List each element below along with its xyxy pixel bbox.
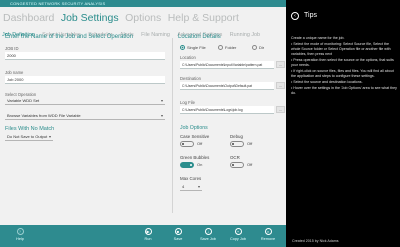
chevron-down-icon: ▾	[160, 113, 163, 118]
save-button[interactable]: ■ Save	[164, 226, 192, 246]
tip-line: Create a unique name for the job.	[291, 36, 345, 40]
case-sensitive-toggle[interactable]	[180, 141, 194, 147]
destination-label: Destination	[180, 76, 201, 81]
radio-folder-label: Folder	[225, 45, 237, 50]
help-icon: ?	[16, 228, 24, 235]
tip-line: • Press operation then select the source…	[291, 58, 394, 67]
window-title: CONGESTED NETWORK SECURITY ANALYSIS	[10, 1, 106, 6]
radio-selected-icon	[180, 45, 185, 50]
close-icon: ×	[264, 228, 272, 235]
debug-toggle[interactable]	[230, 141, 244, 147]
sub-navigation: Job Definition Select Variables Schedule…	[2, 23, 263, 38]
operation-dropdown[interactable]: Variable WDD Set ▾	[5, 97, 165, 105]
job-id-input[interactable]: 2000	[5, 52, 165, 60]
panel-divider	[172, 38, 173, 213]
copy-job-button[interactable]: + Copy Job	[224, 226, 252, 246]
debug-label: Debug	[230, 134, 243, 139]
radio-single-label: Single File	[187, 45, 206, 50]
operation-value: Variable WDD Set	[7, 98, 40, 103]
radio-dir-label: Dir	[259, 45, 265, 50]
tips-footer: Created 2015 by Nick Adams	[292, 239, 339, 243]
radio-folder[interactable]: Folder	[218, 45, 236, 50]
location-panel: Location Details Single File Folder Dir …	[178, 34, 286, 214]
debug-state: Off	[247, 141, 253, 146]
tips-title: Tips	[304, 12, 317, 19]
variable-source-dropdown[interactable]: Browse Variables from WDD File Variable …	[5, 112, 165, 120]
radio-empty-icon	[252, 45, 257, 50]
save-job-button[interactable]: ↓ Save Job	[194, 226, 222, 246]
job-definition-panel: Enter the Name of the Job and Select Ope…	[5, 34, 167, 204]
run-button[interactable]: ▶ Run	[134, 226, 162, 246]
tips-body: Create a unique name for the job. • Sele…	[291, 36, 397, 97]
main-window: CONGESTED NETWORK SECURITY ANALYSIS Dash…	[0, 0, 286, 247]
remove-button[interactable]: × Remove	[254, 226, 282, 246]
ocr-toggle[interactable]	[230, 162, 244, 168]
tip-line: • Select the mode of monitoring: Select …	[291, 42, 391, 56]
green-bubbles-state: On	[197, 162, 203, 167]
radio-empty-icon	[218, 45, 223, 50]
green-bubbles-label: Green Bubbles	[180, 155, 210, 160]
location-input[interactable]: C:\Users\Public\Documents\Input\Variable…	[180, 61, 274, 69]
job-options-title: Job Options	[180, 125, 208, 131]
bottom-toolbar: ? Help ▶ Run ■ Save ↓ Save Job + Copy Jo…	[0, 225, 286, 247]
copy-job-button-label: Copy Job	[229, 237, 247, 241]
stop-icon: ■	[174, 228, 182, 235]
job-name-label: Job name	[5, 70, 24, 75]
section-title: Enter the Name of the Job and Select Ope…	[5, 34, 134, 40]
case-sensitive-label: Case Sensitive	[180, 134, 210, 139]
files-no-match-label: Files With No Match	[5, 126, 55, 132]
play-icon: ▶	[144, 228, 152, 235]
job-name-input[interactable]: Job 2000	[5, 76, 165, 84]
variable-source-value: Browse Variables from WDD File Variable	[7, 113, 81, 118]
max-cores-value: 4	[182, 184, 185, 189]
radio-single-file[interactable]: Single File	[180, 45, 206, 50]
log-file-label: Log File	[180, 100, 195, 105]
job-id-label: JOB ID	[5, 46, 19, 51]
files-no-match-value: Do Not Save to Output	[7, 134, 48, 139]
destination-input[interactable]: C:\Users\Public\Documents\Output\Default…	[180, 82, 274, 90]
radio-dir[interactable]: Dir	[252, 45, 264, 50]
tip-line: • Hover over the settings in the 'Job Op…	[291, 86, 397, 95]
help-button[interactable]: ? Help	[6, 226, 34, 246]
chevron-down-icon: ▾	[197, 184, 200, 189]
tips-flyout: ‹ Tips Create a unique name for the job.…	[286, 0, 400, 247]
ocr-label: OCR	[230, 155, 240, 160]
save-button-label: Save	[173, 237, 183, 241]
location-label: Location	[180, 55, 196, 60]
green-bubbles-toggle[interactable]	[180, 162, 194, 168]
help-button-label: Help	[16, 237, 24, 241]
title-bar: CONGESTED NETWORK SECURITY ANALYSIS	[0, 0, 286, 7]
ocr-state: Off	[247, 162, 253, 167]
tip-line: • Select the source and destination loca…	[291, 80, 363, 84]
back-arrow-icon[interactable]: ‹	[291, 12, 299, 20]
max-cores-label: Max Cores	[180, 176, 202, 181]
run-button-label: Run	[144, 237, 152, 241]
max-cores-dropdown[interactable]: 4 ▾	[180, 183, 202, 191]
location-browse-button[interactable]: ...	[276, 61, 285, 68]
files-no-match-dropdown[interactable]: Do Not Save to Output ▾	[5, 133, 53, 141]
log-file-input[interactable]: C:\Users\Public\Documents\Logs\job.log	[180, 106, 274, 114]
plus-icon: +	[234, 228, 242, 235]
log-browse-button[interactable]: ...	[276, 106, 285, 113]
chevron-down-icon: ▾	[48, 134, 51, 139]
remove-button-label: Remove	[260, 237, 276, 241]
tip-line: • If right-click on source files, files …	[291, 69, 394, 78]
chevron-down-icon: ▾	[160, 98, 163, 103]
destination-browse-button[interactable]: ...	[276, 82, 285, 89]
case-sensitive-state: Off	[197, 141, 203, 146]
main-navigation: Dashboard Job Settings Options Help & Su…	[3, 8, 241, 24]
location-title: Location Details	[178, 34, 221, 40]
download-icon: ↓	[204, 228, 212, 235]
save-job-button-label: Save Job	[200, 237, 216, 241]
